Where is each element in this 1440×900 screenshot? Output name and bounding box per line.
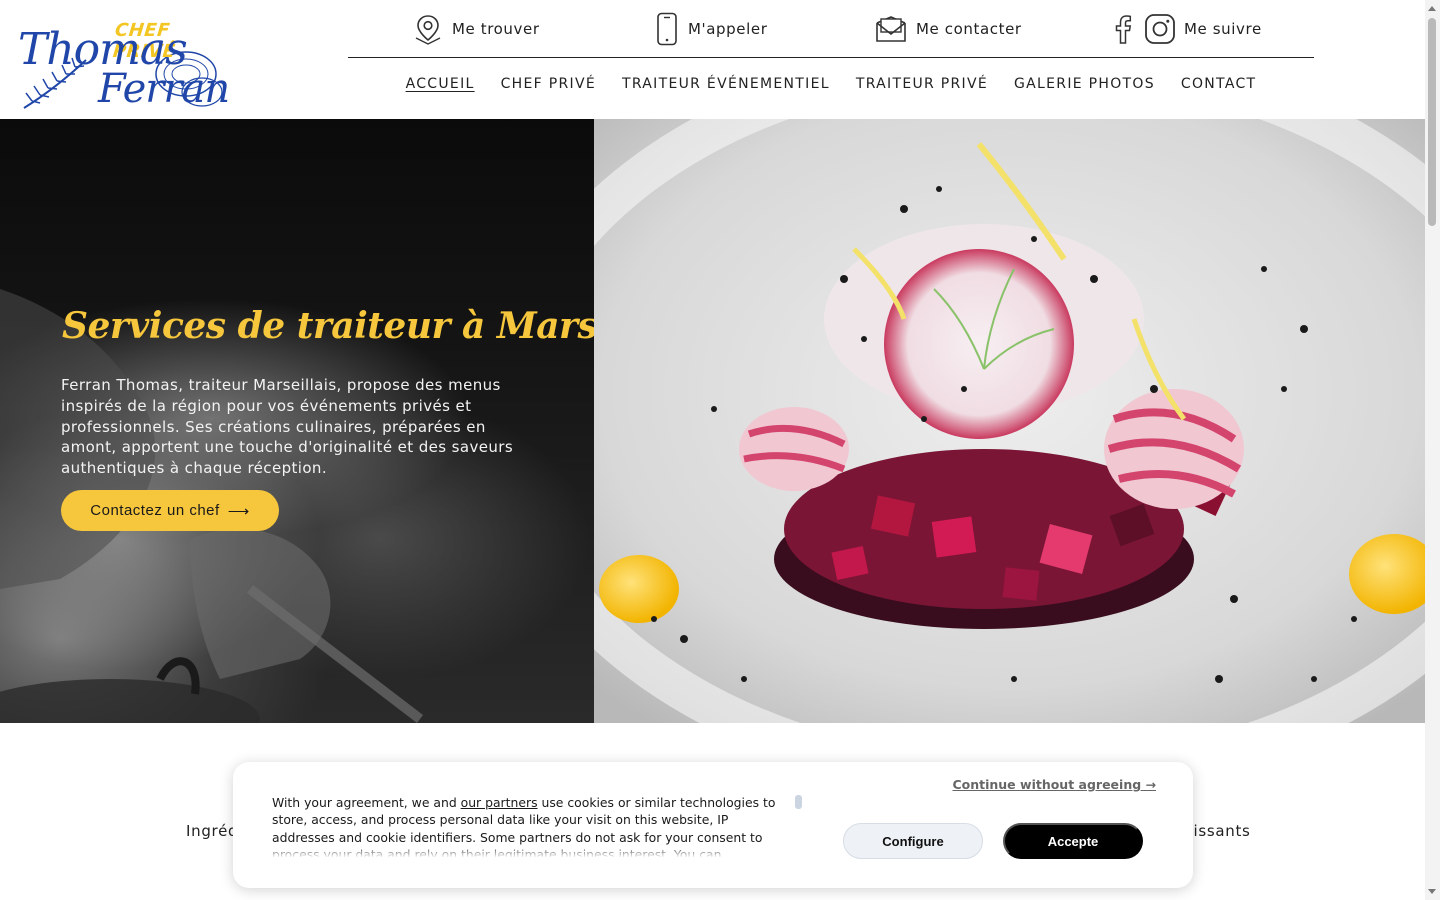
page-scrollbar[interactable] <box>1425 0 1440 900</box>
scroll-down-icon[interactable] <box>1428 889 1436 894</box>
hero-description: Ferran Thomas, traiteur Marseillais, pro… <box>61 376 514 478</box>
facebook-icon[interactable] <box>1110 12 1136 46</box>
accept-button[interactable]: Accepte <box>1003 823 1143 859</box>
contact-link[interactable]: Me contacter <box>874 12 1022 46</box>
nav-chef-prive[interactable]: CHEF PRIVÉ <box>501 76 596 100</box>
call-label: M'appeler <box>688 20 768 38</box>
cookie-text-scrollbar[interactable] <box>795 795 802 809</box>
locate-label: Me trouver <box>452 20 540 38</box>
scroll-up-icon[interactable] <box>1428 6 1436 11</box>
contact-chef-label: Contactez un chef <box>90 502 220 519</box>
dish-photo <box>594 119 1425 723</box>
map-pin-icon <box>415 15 441 45</box>
nav-contact[interactable]: CONTACT <box>1181 76 1257 100</box>
configure-button[interactable]: Configure <box>843 823 983 859</box>
site-header: CHEF PRIVÉ Thomas Ferran Me trouver M'ap… <box>0 0 1425 119</box>
cookie-text-start: With your agreement, we and <box>272 795 461 810</box>
scrollbar-thumb[interactable] <box>1428 18 1436 226</box>
nav-traiteur-evenementiel[interactable]: TRAITEUR ÉVÉNEMENTIEL <box>622 76 830 100</box>
logo-ferran: Ferran <box>98 66 230 112</box>
arrow-right-icon: ⟶ <box>227 502 250 520</box>
hero-panel: Services de traiteur à Marseille Ferran … <box>0 119 594 723</box>
main-nav: ACCUEIL CHEF PRIVÉ TRAITEUR ÉVÉNEMENTIEL… <box>348 76 1314 100</box>
nav-traiteur-prive[interactable]: TRAITEUR PRIVÉ <box>856 76 988 100</box>
feature-ingredients: Ingréd <box>186 822 239 840</box>
contact-bar: Me trouver M'appeler Me contacter Me sui… <box>348 0 1314 58</box>
envelope-icon <box>876 16 906 42</box>
phone-icon <box>657 12 677 46</box>
locate-link[interactable]: Me trouver <box>412 12 540 46</box>
call-link[interactable]: M'appeler <box>654 12 768 46</box>
logo[interactable]: CHEF PRIVÉ Thomas Ferran <box>16 8 230 116</box>
continue-without-agreeing-link[interactable]: Continue without agreeing → <box>952 777 1156 792</box>
contact-chef-button[interactable]: Contactez un chef ⟶ <box>61 490 279 531</box>
contact-label: Me contacter <box>916 20 1022 38</box>
cookie-consent-banner: With your agreement, we and our partners… <box>233 762 1193 888</box>
instagram-icon[interactable] <box>1144 13 1176 45</box>
hero-title: Services de traiteur à Marseille <box>62 305 594 347</box>
nav-galerie-photos[interactable]: GALERIE PHOTOS <box>1014 76 1155 100</box>
cookie-text-fade <box>272 844 794 858</box>
follow-group: Me suivre <box>1110 12 1262 46</box>
partners-link[interactable]: our partners <box>461 795 538 810</box>
follow-label[interactable]: Me suivre <box>1184 20 1262 38</box>
nav-accueil[interactable]: ACCUEIL <box>406 76 475 100</box>
beetroot-dish-image <box>594 119 1425 723</box>
